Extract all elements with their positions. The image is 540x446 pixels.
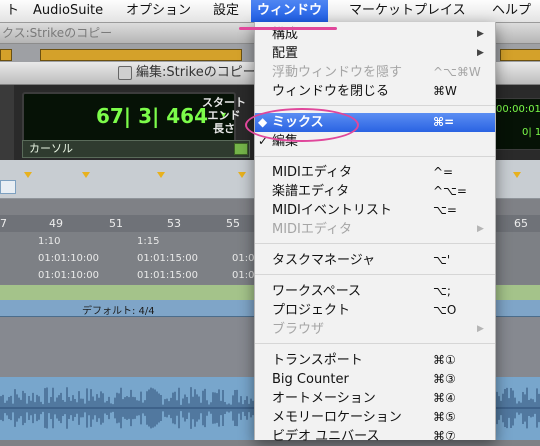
menu-item-arrange[interactable]: 配置 ▶ bbox=[255, 44, 495, 63]
bar-number: 7 bbox=[0, 217, 7, 230]
cursor-display: カーソル bbox=[22, 140, 250, 158]
marker-icon[interactable] bbox=[238, 172, 246, 178]
counter-value: 67| 3| 464 bbox=[95, 104, 208, 128]
menu-bar-item-options[interactable]: オプション bbox=[120, 0, 197, 22]
menu-item-video-universe[interactable]: ビデオ ユニバース ⌘⑦ bbox=[255, 427, 495, 446]
menu-bar: ト AudioSuite オプション 設定 ウィンドウ マーケットプレイス ヘル… bbox=[0, 0, 540, 23]
annotation-underline bbox=[239, 27, 337, 30]
menu-separator bbox=[255, 274, 495, 275]
cursor-label: カーソル bbox=[29, 142, 73, 155]
menu-item-workspace[interactable]: ワークスペース ⌥; bbox=[255, 282, 495, 301]
bar-number: 65 bbox=[514, 217, 528, 230]
end-label: エンド bbox=[207, 109, 241, 122]
submenu-arrow-icon: ▶ bbox=[477, 48, 484, 58]
menu-separator bbox=[255, 243, 495, 244]
menu-item-midi-event-list[interactable]: MIDIイベントリスト ⌥= bbox=[255, 201, 495, 220]
annotation-ellipse bbox=[245, 108, 359, 142]
bar-number: 53 bbox=[167, 217, 181, 230]
menu-item-midi-editor-submenu: MIDIエディタ ▶ bbox=[272, 222, 484, 237]
menu-item-transport[interactable]: トランスポート ⌘① bbox=[255, 351, 495, 370]
timecode-tick: 01:01:15:00 bbox=[137, 253, 199, 264]
menu-item-hide-floating-windows: 浮動ウィンドウを隠す ^⌥⌘W bbox=[272, 65, 481, 80]
submenu-arrow-icon: ▶ bbox=[477, 224, 484, 234]
menu-separator bbox=[255, 343, 495, 344]
feet-frames-tick: 01:01:15:00 bbox=[137, 270, 199, 281]
toolbar-button[interactable] bbox=[40, 49, 242, 61]
toolbar-button[interactable] bbox=[0, 49, 12, 61]
marker-icon[interactable] bbox=[82, 172, 90, 178]
transport-left-strip bbox=[0, 85, 14, 160]
menu-bar-item-window[interactable]: ウィンドウ bbox=[251, 0, 329, 22]
menu-item-project[interactable]: プロジェクト ⌥O bbox=[255, 301, 495, 320]
window-lock-icon[interactable] bbox=[118, 66, 132, 80]
bar-number: 55 bbox=[226, 217, 240, 230]
submenu-arrow-icon: ▶ bbox=[477, 324, 484, 334]
marker-icon[interactable] bbox=[24, 172, 32, 178]
marker-icon[interactable] bbox=[157, 172, 165, 178]
menu-bar-item-help[interactable]: ヘルプ bbox=[486, 0, 537, 22]
window-menu: 構成 ▶ 配置 ▶ 浮動ウィンドウを隠す ^⌥⌘W ウィンドウを閉じる ⌘W ◆… bbox=[254, 22, 496, 444]
secondary-counter-line2: 0| 1 bbox=[522, 127, 540, 138]
start-end-length-labels: スタート エンド 長さ bbox=[200, 96, 248, 135]
menu-item-automation[interactable]: オートメーション ⌘④ bbox=[255, 389, 495, 408]
feet-frames-tick: 01:01:10:00 bbox=[38, 270, 100, 281]
toolbar-button[interactable] bbox=[500, 49, 540, 61]
bar-number: 51 bbox=[109, 217, 123, 230]
secondary-counter[interactable]: 00:00:01:0 0| 1 bbox=[493, 98, 540, 150]
menu-item-browser: ブラウザ ▶ bbox=[272, 322, 484, 337]
transport-window-title: 編集:Strikeのコピー bbox=[136, 65, 256, 80]
meter-label: デフォルト: 4/4 bbox=[82, 306, 155, 317]
marker-icon[interactable] bbox=[513, 172, 521, 178]
secondary-counter-line1: 00:00:01:0 bbox=[496, 104, 540, 115]
submenu-arrow-icon: ▶ bbox=[477, 29, 484, 39]
menu-bar-item-marketplace[interactable]: マーケットプレイス bbox=[343, 0, 472, 22]
menu-separator bbox=[255, 156, 495, 157]
menu-bar-item-audiosuite[interactable]: AudioSuite bbox=[27, 0, 109, 22]
min-sec-tick: 1:10 bbox=[38, 236, 61, 247]
timecode-tick: 01:01:10:00 bbox=[38, 253, 100, 264]
menu-item-close-window[interactable]: ウィンドウを閉じる ⌘W bbox=[255, 82, 495, 101]
menu-separator bbox=[255, 105, 495, 106]
menu-item-midi-editor[interactable]: MIDIエディタ ^= bbox=[255, 163, 495, 182]
min-sec-tick: 1:15 bbox=[137, 236, 160, 247]
length-label: 長さ bbox=[213, 122, 235, 135]
menu-bar-item-partial[interactable]: ト bbox=[0, 0, 25, 22]
menu-item-memory-locations[interactable]: メモリーロケーション ⌘⑤ bbox=[255, 408, 495, 427]
edit-window-title: クス:Strikeのコピー bbox=[2, 26, 113, 40]
menu-item-big-counter[interactable]: Big Counter ⌘③ bbox=[255, 370, 495, 389]
menu-bar-item-setup[interactable]: 設定 bbox=[207, 0, 245, 22]
menu-item-score-editor[interactable]: 楽譜エディタ ^⌥= bbox=[255, 182, 495, 201]
cursor-toggle-button[interactable] bbox=[234, 143, 248, 155]
menu-item-task-manager[interactable]: タスクマネージャ ⌥' bbox=[255, 251, 495, 270]
bar-number: 49 bbox=[49, 217, 63, 230]
selection-range[interactable] bbox=[0, 180, 16, 194]
start-label: スタート bbox=[202, 96, 246, 109]
